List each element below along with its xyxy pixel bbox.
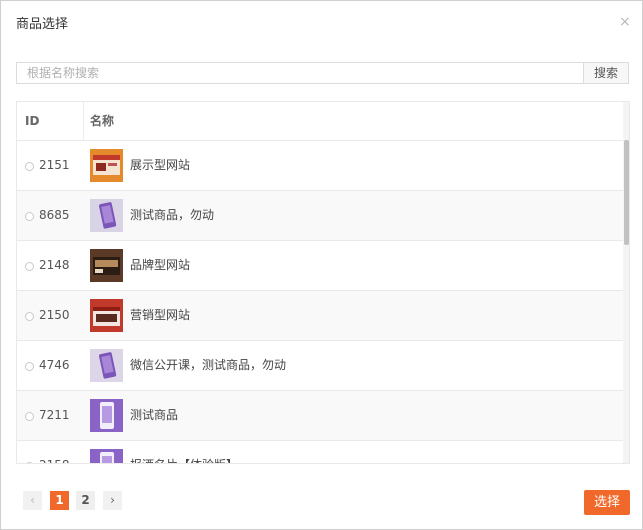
search-input[interactable] (16, 62, 584, 84)
product-thumbnail (90, 449, 123, 463)
row-name: 品牌型网站 (130, 258, 191, 272)
table-row[interactable]: 2151 展示型网站 (17, 141, 623, 191)
row-radio[interactable] (25, 262, 34, 271)
row-id: 4746 (39, 358, 70, 372)
row-name: 展示型网站 (130, 158, 191, 172)
scrollbar-thumb[interactable] (624, 140, 629, 245)
column-header-id: ID (25, 114, 40, 128)
page-1-button[interactable]: 1 (50, 491, 69, 510)
row-radio[interactable] (25, 462, 34, 463)
row-name: 测试商品 (130, 408, 179, 422)
product-thumbnail (90, 149, 123, 182)
table-header: ID 名称 (17, 102, 623, 141)
row-id: 7211 (39, 408, 70, 422)
table-row[interactable]: 2150 营销型网站 (17, 291, 623, 341)
row-name: 测试商品，勿动 (130, 208, 215, 222)
page-2-button[interactable]: 2 (76, 491, 95, 510)
search-button[interactable]: 搜索 (583, 62, 629, 84)
column-header-name: 名称 (90, 114, 115, 128)
product-thumbnail (90, 349, 123, 382)
row-name: 微信公开课，测试商品，勿动 (130, 358, 287, 372)
table-row[interactable]: 2148 品牌型网站 (17, 241, 623, 291)
close-icon[interactable]: × (619, 14, 631, 30)
row-id: 2151 (39, 158, 70, 172)
goods-table: ID 名称 2151 展示型网站 8685 测试商品，勿动 2148 品牌型网站… (16, 101, 630, 464)
table-row[interactable]: 2158 报酒名片【体验版】 (17, 441, 623, 463)
row-radio[interactable] (25, 412, 34, 421)
table-row[interactable]: 4746 微信公开课，测试商品，勿动 (17, 341, 623, 391)
row-radio[interactable] (25, 362, 34, 371)
row-id: 8685 (39, 208, 70, 222)
product-thumbnail (90, 399, 123, 432)
product-thumbnail (90, 249, 123, 282)
product-thumbnail (90, 199, 123, 232)
row-radio[interactable] (25, 312, 34, 321)
goods-select-dialog: 商品选择 × 搜索 ID 名称 2151 (0, 0, 643, 530)
dialog-title: 商品选择 (16, 17, 69, 32)
row-radio[interactable] (25, 212, 34, 221)
select-button[interactable]: 选择 (584, 490, 630, 515)
table-body: 2151 展示型网站 8685 测试商品，勿动 2148 品牌型网站 2150 … (17, 141, 623, 463)
row-name: 营销型网站 (130, 308, 191, 322)
table-row[interactable]: 8685 测试商品，勿动 (17, 191, 623, 241)
table-row[interactable]: 7211 测试商品 (17, 391, 623, 441)
row-name: 报酒名片【体验版】 (130, 441, 238, 463)
row-radio[interactable] (25, 162, 34, 171)
product-thumbnail (90, 299, 123, 332)
next-page-button[interactable]: › (103, 491, 122, 510)
row-id: 2150 (39, 308, 70, 322)
row-id: 2148 (39, 258, 70, 272)
row-id: 2158 (39, 441, 70, 463)
prev-page-button[interactable]: ‹ (23, 491, 42, 510)
